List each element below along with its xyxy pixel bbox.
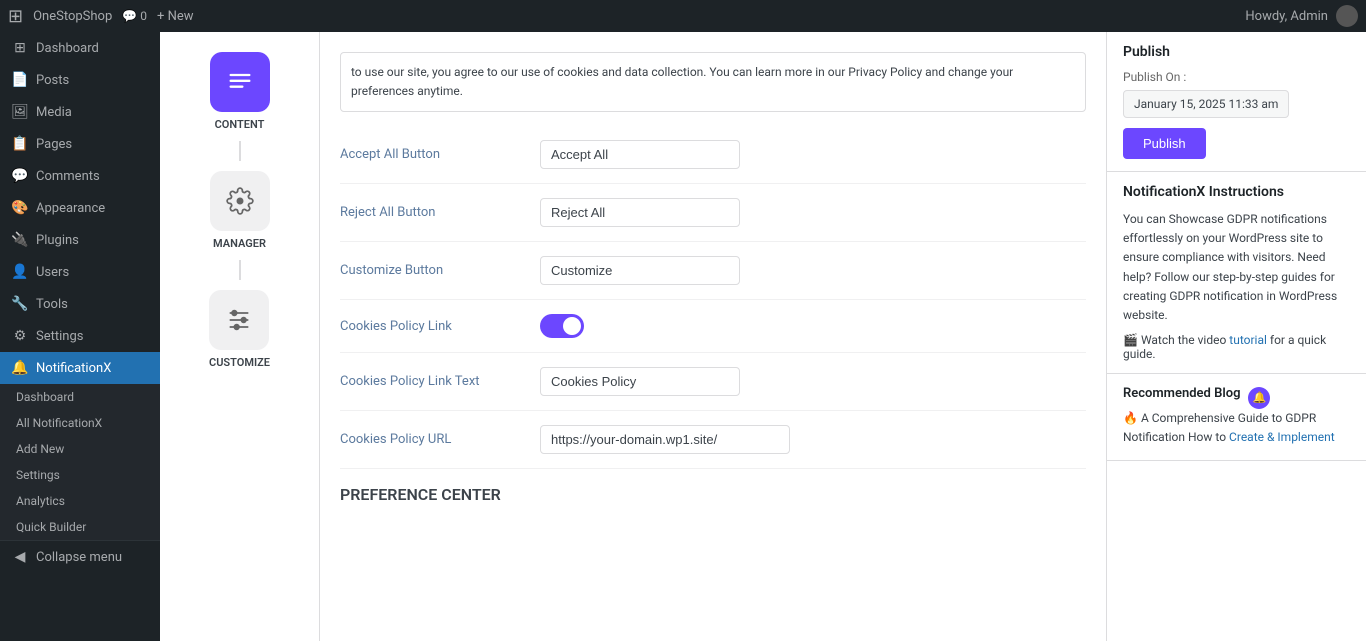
sidebar-item-pages[interactable]: 📋 Pages (0, 128, 160, 160)
accept-all-button-label: Accept All Button (340, 147, 540, 162)
recommended-blog-panel: Recommended Blog 🔔 🔥 A Comprehensive Gui… (1107, 374, 1366, 460)
cookies-policy-url-label: Cookies Policy URL (340, 432, 540, 447)
reject-all-button-row: Reject All Button (340, 184, 1086, 242)
settings-icon: ⚙ (12, 328, 28, 344)
sidebar-submenu-all-notificationx[interactable]: All NotificationX (0, 410, 160, 436)
users-icon: 👤 (12, 264, 28, 280)
cookies-policy-link-toggle[interactable] (540, 314, 584, 338)
tools-icon: 🔧 (12, 296, 28, 312)
instructions-panel: NotificationX Instructions You can Showc… (1107, 172, 1366, 374)
collapse-menu-button[interactable]: ◀ Collapse menu (0, 540, 160, 573)
accept-all-button-row: Accept All Button (340, 126, 1086, 184)
comments-icon: 💬 (12, 168, 28, 184)
customize-step-icon (209, 290, 269, 350)
posts-icon: 📄 (12, 72, 28, 88)
cookies-policy-link-row: Cookies Policy Link (340, 300, 1086, 353)
sidebar-item-comments[interactable]: 💬 Comments (0, 160, 160, 192)
appearance-icon: 🎨 (12, 200, 28, 216)
cookies-policy-link-text-row: Cookies Policy Link Text (340, 353, 1086, 411)
sidebar-item-settings[interactable]: ⚙ Settings (0, 320, 160, 352)
comment-count-icon[interactable]: 💬 0 (122, 9, 147, 23)
publish-on-label: Publish On : (1123, 70, 1350, 84)
reject-all-button-label: Reject All Button (340, 205, 540, 220)
sidebar-submenu-dashboard[interactable]: Dashboard (0, 384, 160, 410)
collapse-icon: ◀ (12, 549, 28, 565)
cookies-policy-url-row: Cookies Policy URL (340, 411, 1086, 469)
sidebar-item-posts[interactable]: 📄 Posts (0, 64, 160, 96)
sidebar-submenu-quick-builder[interactable]: Quick Builder (0, 514, 160, 540)
media-icon: 🖼 (12, 104, 28, 120)
manager-step-icon (210, 171, 270, 231)
accept-all-button-input[interactable] (540, 140, 740, 169)
dashboard-icon: ⊞ (12, 40, 28, 56)
wp-logo-icon: ⊞ (8, 6, 23, 27)
wizard-step-customize[interactable]: CUSTOMIZE (209, 290, 270, 369)
publish-date-box: January 15, 2025 11:33 am (1123, 90, 1289, 118)
wizard-step-content[interactable]: CONTENT (210, 52, 270, 131)
new-content-button[interactable]: + New (157, 9, 194, 24)
sidebar-item-plugins[interactable]: 🔌 Plugins (0, 224, 160, 256)
wizard-connector-1 (239, 141, 241, 161)
sidebar-submenu-settings[interactable]: Settings (0, 462, 160, 488)
sidebar-item-notificationx[interactable]: 🔔 NotificationX (0, 352, 160, 384)
cookies-policy-link-label: Cookies Policy Link (340, 319, 540, 334)
recommended-title: Recommended Blog (1123, 386, 1240, 401)
cookies-policy-link-text-label: Cookies Policy Link Text (340, 374, 540, 389)
preference-center-heading: PREFERENCE CENTER (340, 469, 1086, 512)
video-icon: 🎬 (1123, 333, 1138, 347)
content-step-label: CONTENT (215, 118, 265, 131)
sidebar-item-dashboard[interactable]: ⊞ Dashboard (0, 32, 160, 64)
sidebar-item-tools[interactable]: 🔧 Tools (0, 288, 160, 320)
notificationx-icon: 🔔 (12, 360, 28, 376)
instructions-panel-title: NotificationX Instructions (1123, 184, 1350, 200)
cookies-policy-link-text-input[interactable] (540, 367, 740, 396)
plugins-icon: 🔌 (12, 232, 28, 248)
customize-button-row: Customize Button (340, 242, 1086, 300)
instructions-text: You can Showcase GDPR notifications effo… (1123, 210, 1350, 325)
howdy-text: Howdy, Admin (1245, 9, 1328, 24)
pages-icon: 📋 (12, 136, 28, 152)
customize-button-label: Customize Button (340, 263, 540, 278)
notification-bell-icon: 🔔 (1248, 387, 1270, 409)
content-step-icon (210, 52, 270, 112)
fire-icon: 🔥 (1123, 411, 1138, 425)
customize-step-label: CUSTOMIZE (209, 356, 270, 369)
sidebar-item-users[interactable]: 👤 Users (0, 256, 160, 288)
comment-bubble-icon: 💬 (122, 9, 137, 23)
publish-button[interactable]: Publish (1123, 128, 1206, 159)
publish-panel-title: Publish (1123, 44, 1350, 60)
manager-step-label: MANAGER (213, 237, 266, 250)
wizard-connector-2 (239, 260, 241, 280)
create-implement-link[interactable]: Create & Implement (1229, 430, 1335, 444)
recommended-blog-item: 🔥 A Comprehensive Guide to GDPR Notifica… (1123, 409, 1350, 447)
publish-panel: Publish Publish On : January 15, 2025 11… (1107, 32, 1366, 172)
sidebar-submenu-add-new[interactable]: Add New (0, 436, 160, 462)
site-name[interactable]: OneStopShop (33, 9, 112, 24)
watch-video-label: Watch the video (1141, 333, 1229, 347)
tutorial-link[interactable]: tutorial (1229, 333, 1267, 347)
sidebar-submenu-analytics[interactable]: Analytics (0, 488, 160, 514)
customize-button-input[interactable] (540, 256, 740, 285)
wizard-step-manager[interactable]: MANAGER (210, 171, 270, 250)
sidebar-item-media[interactable]: 🖼 Media (0, 96, 160, 128)
sidebar-item-appearance[interactable]: 🎨 Appearance (0, 192, 160, 224)
cookies-policy-url-input[interactable] (540, 425, 790, 454)
cookie-notice-preview: to use our site, you agree to our use of… (340, 52, 1086, 112)
avatar[interactable] (1336, 5, 1358, 27)
reject-all-button-input[interactable] (540, 198, 740, 227)
